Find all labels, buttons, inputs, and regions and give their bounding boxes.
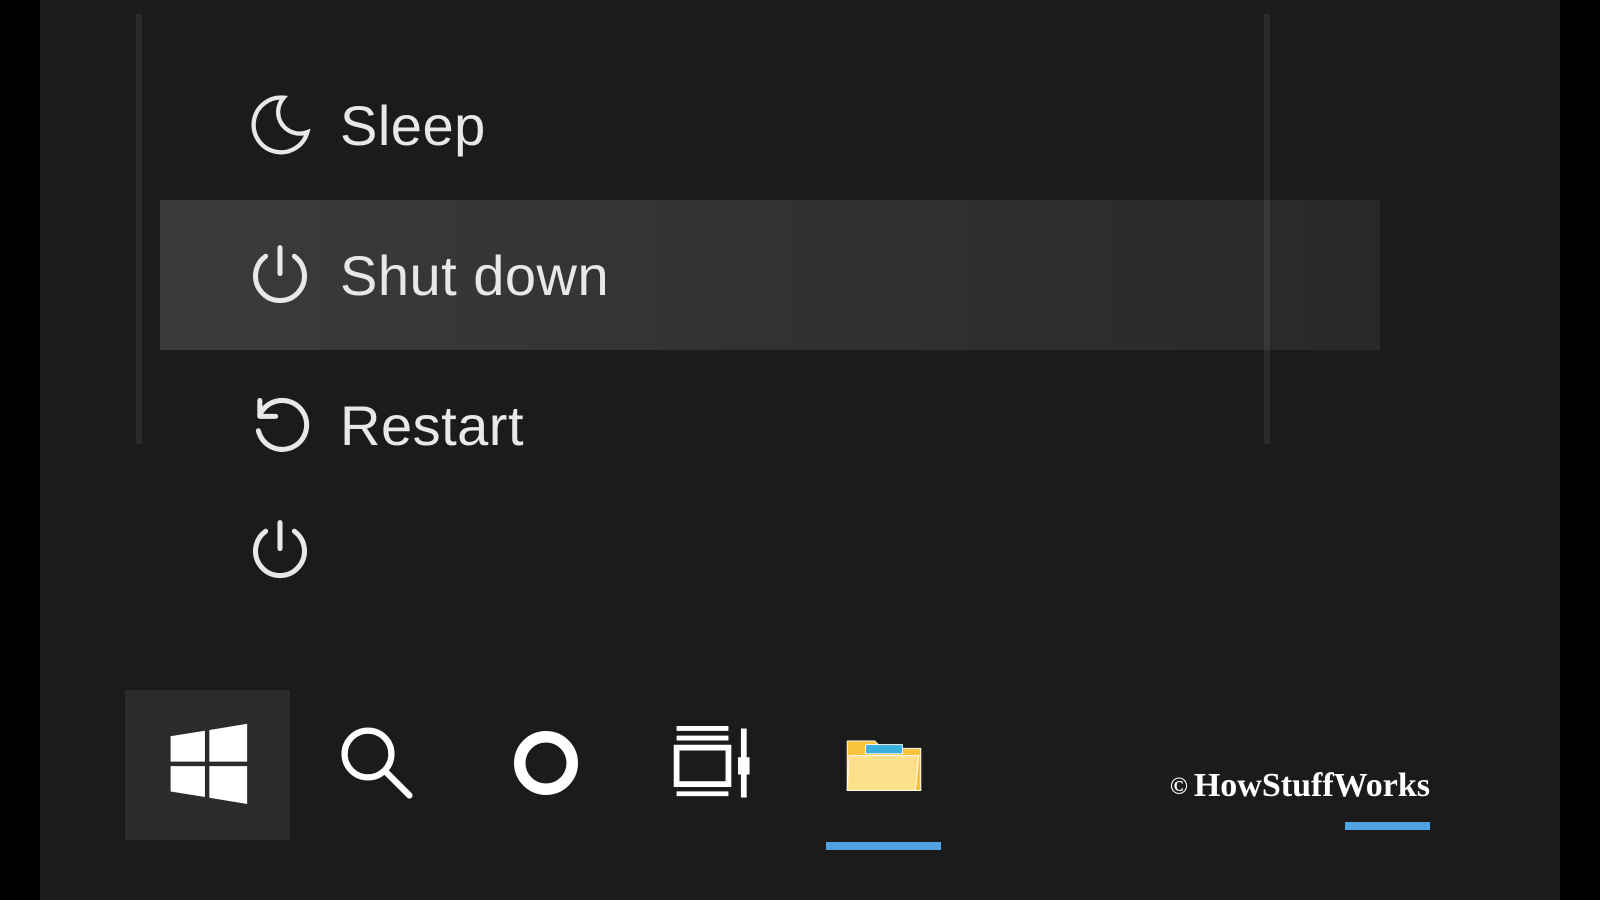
moon-icon xyxy=(220,89,340,161)
restart-icon xyxy=(220,389,340,461)
taskbar xyxy=(125,690,966,840)
power-icon xyxy=(220,239,340,311)
power-menu-sleep[interactable]: Sleep xyxy=(160,50,1380,200)
file-explorer-icon xyxy=(838,717,930,814)
copyright-symbol: © xyxy=(1170,774,1188,800)
panel-edge-left xyxy=(136,14,142,444)
search-button[interactable] xyxy=(294,690,459,840)
power-menu-restart[interactable]: Restart xyxy=(160,350,1380,500)
watermark-underline xyxy=(1345,822,1430,830)
power-menu-label: Shut down xyxy=(340,243,609,308)
task-view-icon xyxy=(667,715,763,816)
power-menu-label: Sleep xyxy=(340,93,486,158)
task-active-indicator xyxy=(826,842,942,850)
watermark-text: HowStuffWorks xyxy=(1194,767,1430,804)
power-icon xyxy=(220,514,340,586)
watermark: ©HowStuffWorks xyxy=(1170,767,1430,805)
power-menu-shutdown[interactable]: Shut down xyxy=(160,200,1380,350)
power-menu-label: Restart xyxy=(340,393,524,458)
task-view-button[interactable] xyxy=(632,690,797,840)
file-explorer-button[interactable] xyxy=(801,690,966,840)
power-menu: Sleep Shut down Restart xyxy=(160,50,1380,600)
desktop: Sleep Shut down Restart xyxy=(40,0,1560,900)
cortana-button[interactable] xyxy=(463,690,628,840)
windows-logo-icon xyxy=(164,719,252,812)
search-icon xyxy=(332,718,422,813)
cortana-ring-icon xyxy=(505,722,587,809)
power-button[interactable] xyxy=(160,500,1380,600)
start-button[interactable] xyxy=(125,690,290,840)
